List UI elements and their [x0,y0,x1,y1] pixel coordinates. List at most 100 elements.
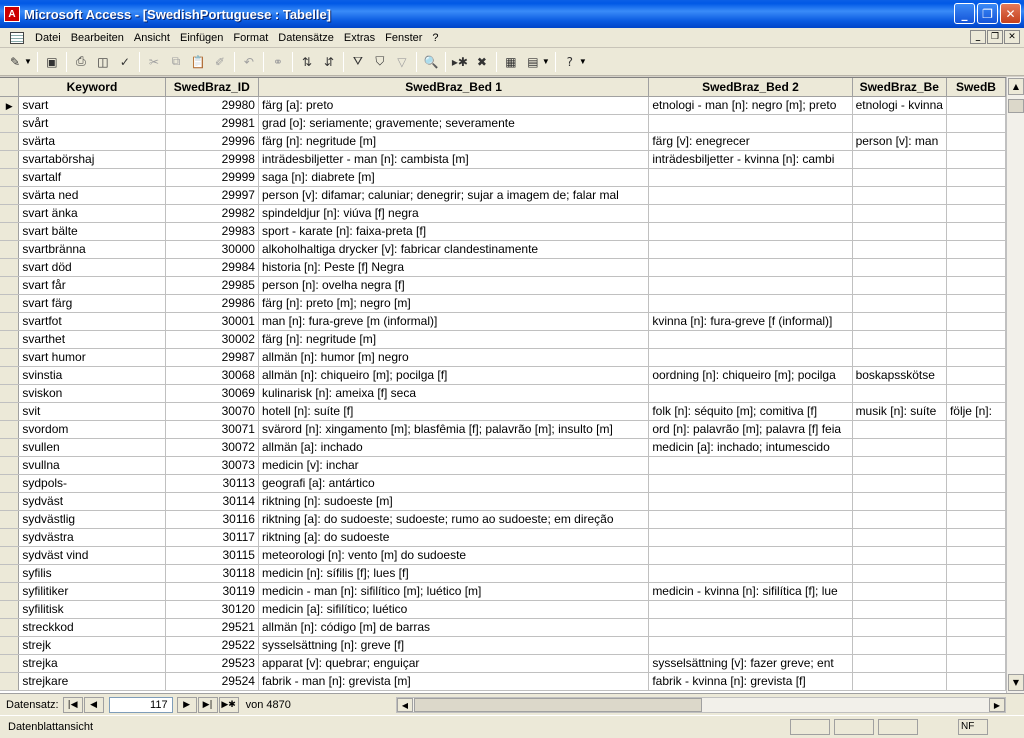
cell-bed4[interactable] [946,294,1006,313]
cell-bed2[interactable]: medicin - kvinna [n]: sifilítica [f]; lu… [648,582,853,601]
cell-bed2[interactable]: fabrik - kvinna [n]: grevista [f] [648,672,853,691]
cell-bed3[interactable] [852,240,947,259]
cell-bed4[interactable] [946,330,1006,349]
cell-id[interactable]: 30115 [165,546,259,565]
cell-keyword[interactable]: svart humor [18,348,166,367]
cell-bed4[interactable] [946,114,1006,133]
record-selector[interactable] [0,276,20,295]
vertical-scroll-thumb[interactable] [1008,99,1024,113]
cell-bed4[interactable] [946,546,1006,565]
cell-bed1[interactable]: person [v]: difamar; caluniar; denegrir;… [258,186,650,205]
cell-id[interactable]: 29522 [165,636,259,655]
cell-bed2[interactable] [648,474,853,493]
cell-bed3[interactable] [852,114,947,133]
cell-bed1[interactable]: medicin [n]: sífilis [f]; lues [f] [258,564,650,583]
cell-bed2[interactable] [648,510,853,529]
cell-bed1[interactable]: spindeldjur [n]: viúva [f] negra [258,204,650,223]
cell-bed2[interactable] [648,618,853,637]
record-selector[interactable] [0,150,20,169]
table-row[interactable]: svärta ned 29997 person [v]: difamar; calu… [0,186,1006,205]
cell-keyword[interactable]: svart får [18,276,166,295]
table-row[interactable]: svartfot 30001 man [n]: fura-greve [m (inf… [0,312,1006,331]
cell-bed3[interactable] [852,438,947,457]
cell-keyword[interactable]: svartfot [18,312,166,331]
cell-keyword[interactable]: sydvästlig [18,510,166,529]
menu-bearbeiten[interactable]: Bearbeiten [66,32,129,44]
table-row[interactable]: strejkare 29524 fabrik - man [n]: grevista… [0,672,1006,691]
cell-keyword[interactable]: svarthet [18,330,166,349]
table-row[interactable]: svullna 30073 medicin [v]: inchar [0,456,1006,475]
cell-bed3[interactable] [852,600,947,619]
sort-descending-icon[interactable]: ⇵ [319,52,339,72]
cell-bed4[interactable] [946,672,1006,691]
cell-bed3[interactable] [852,384,947,403]
help-icon[interactable]: ? [560,52,580,72]
menu-datensaetze[interactable]: Datensätze [273,32,339,44]
cell-bed2[interactable] [648,168,853,187]
cell-bed4[interactable] [946,276,1006,295]
cell-bed1[interactable]: hotell [n]: suíte [f] [258,402,650,421]
cell-bed2[interactable]: ord [n]: palavrão [m]; palavra [f] feia [648,420,853,439]
cell-id[interactable]: 29985 [165,276,259,295]
cell-bed1[interactable]: allmän [n]: código [m] de barras [258,618,650,637]
record-selector[interactable] [0,132,20,151]
cell-bed1[interactable]: svärord [n]: xingamento [m]; blasfêmia [… [258,420,650,439]
cell-bed1[interactable]: färg [n]: preto [m]; negro [m] [258,294,650,313]
filter-by-form-icon[interactable]: ⛉ [370,52,390,72]
table-row[interactable]: svårt 29981 grad [o]: seriamente; gravemen… [0,114,1006,133]
cell-bed2[interactable] [648,546,853,565]
cell-bed1[interactable]: grad [o]: seriamente; gravemente; severa… [258,114,650,133]
restore-button[interactable]: ❐ [977,3,998,24]
menu-einfuegen[interactable]: Einfügen [175,32,228,44]
cell-bed2[interactable] [648,294,853,313]
cell-bed4[interactable] [946,384,1006,403]
cell-id[interactable]: 30068 [165,366,259,385]
cell-bed1[interactable]: fabrik - man [n]: grevista [m] [258,672,650,691]
chevron-down-icon[interactable]: ▼ [24,57,32,66]
record-selector[interactable] [0,258,20,277]
cell-id[interactable]: 29996 [165,132,259,151]
cell-bed3[interactable] [852,546,947,565]
cell-keyword[interactable]: syfilitisk [18,600,166,619]
cell-bed4[interactable] [946,240,1006,259]
table-row[interactable]: svart får 29985 person [n]: ovelha negra [… [0,276,1006,295]
filter-by-selection-icon[interactable]: ⛛ [348,52,368,72]
scroll-left-icon[interactable]: ◀ [397,698,413,712]
cell-bed1[interactable]: person [n]: ovelha negra [f] [258,276,650,295]
new-record-nav-icon[interactable]: ▶✱ [218,696,239,713]
cell-bed4[interactable] [946,474,1006,493]
cell-id[interactable]: 29523 [165,654,259,673]
cell-bed2[interactable] [648,222,853,241]
record-number-input[interactable]: 117 [108,696,173,713]
first-record-icon[interactable]: |◀ [62,696,83,713]
cell-bed2[interactable] [648,348,853,367]
column-header-bed1[interactable]: SwedBraz_Bed 1 [258,78,650,97]
record-selector[interactable] [0,168,20,187]
cell-bed3[interactable]: musik [n]: suíte [852,402,947,421]
cell-bed1[interactable]: kulinarisk [n]: ameixa [f] seca [258,384,650,403]
cell-keyword[interactable]: sydpols- [18,474,166,493]
cell-id[interactable]: 30072 [165,438,259,457]
cell-bed4[interactable] [946,582,1006,601]
cell-id[interactable]: 29983 [165,222,259,241]
cell-bed2[interactable] [648,564,853,583]
cell-bed2[interactable]: medicin [a]: inchado; intumescido [648,438,853,457]
table-row[interactable]: svärta 29996 färg [n]: negritude [m] färg [… [0,132,1006,151]
cell-keyword[interactable]: svart änka [18,204,166,223]
table-row[interactable]: svinstia 30068 allmän [n]: chiqueiro [m]; … [0,366,1006,385]
cell-bed1[interactable]: saga [n]: diabrete [m] [258,168,650,187]
cell-bed4[interactable] [946,510,1006,529]
cell-bed4[interactable] [946,186,1006,205]
cell-bed3[interactable]: person [v]: man [852,132,947,151]
table-row[interactable]: strejk 29522 sysselsättning [n]: greve [f] [0,636,1006,655]
cell-bed3[interactable]: boskapsskötse [852,366,947,385]
table-row[interactable]: svart död 29984 historia [n]: Peste [f] Ne… [0,258,1006,277]
cell-bed3[interactable] [852,348,947,367]
cell-keyword[interactable]: svinstia [18,366,166,385]
cell-bed3[interactable] [852,510,947,529]
cell-bed1[interactable]: sport - karate [n]: faixa-preta [f] [258,222,650,241]
find-icon[interactable]: 🔍 [421,52,441,72]
cell-keyword[interactable]: streckkod [18,618,166,637]
table-row[interactable]: svart humor 29987 allmän [n]: humor [m] ne… [0,348,1006,367]
cell-id[interactable]: 30070 [165,402,259,421]
